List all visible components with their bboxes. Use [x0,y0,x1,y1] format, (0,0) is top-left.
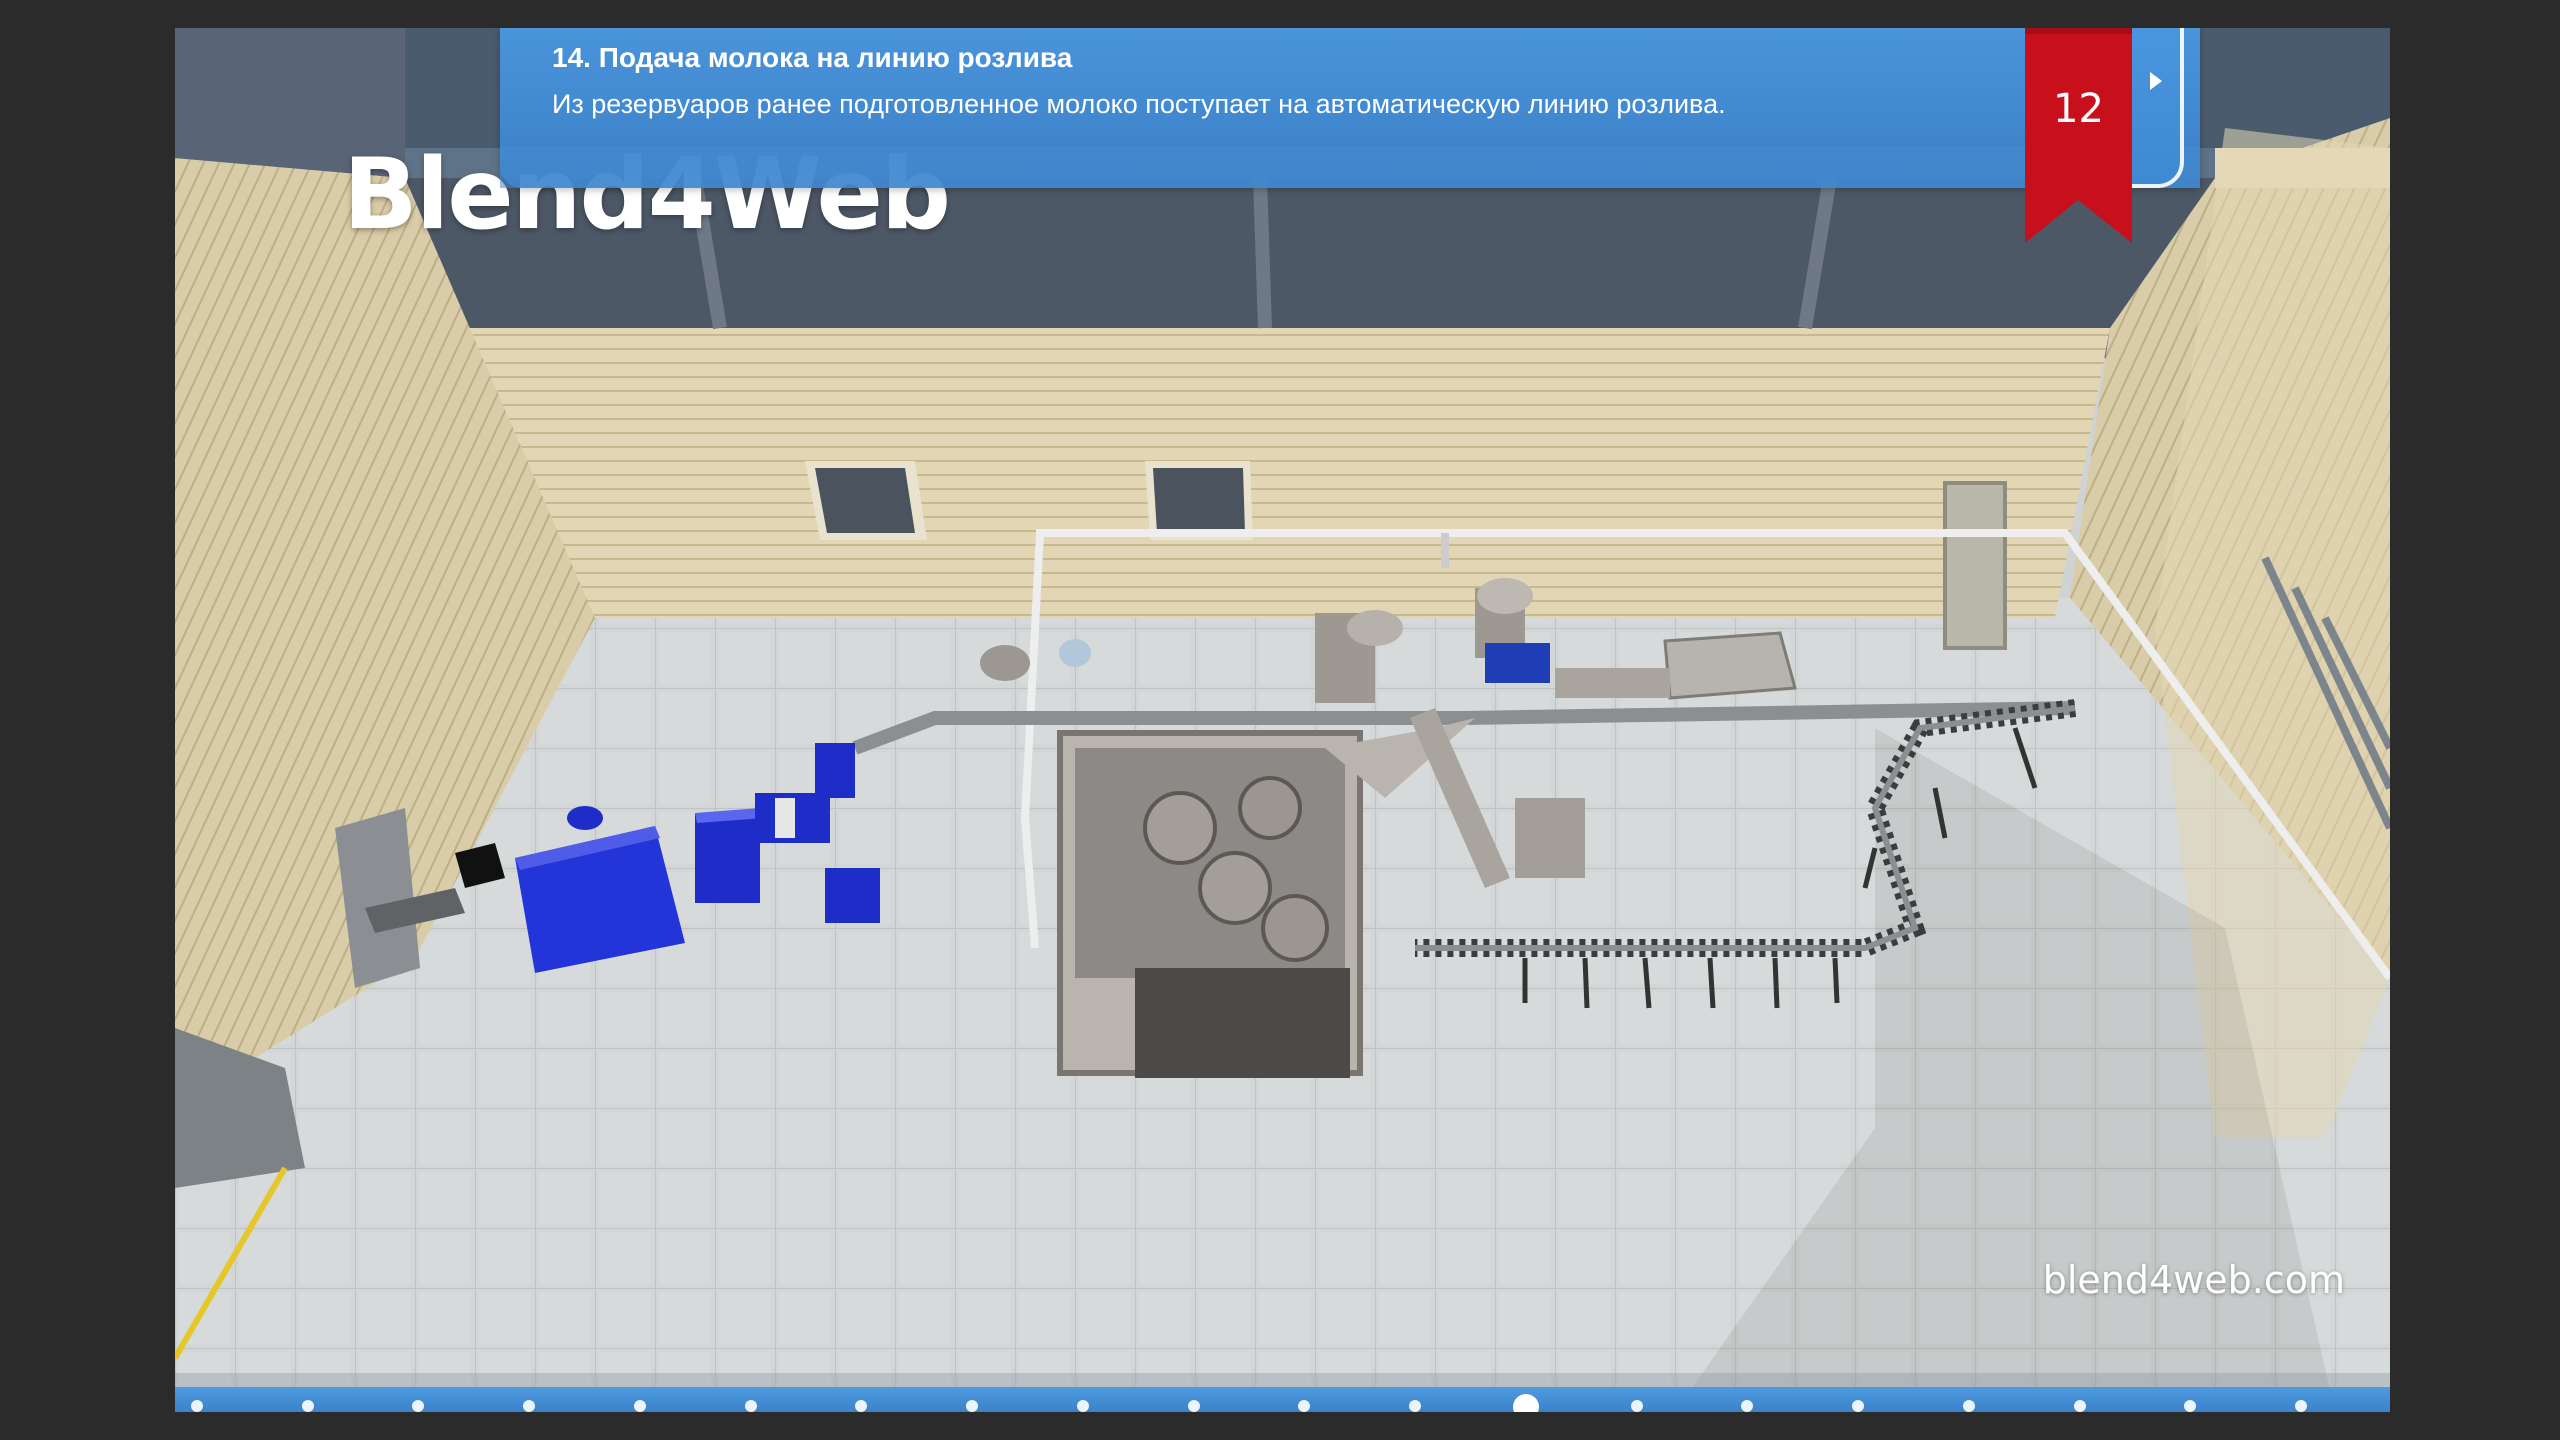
timeline-step[interactable] [744,1400,757,1412]
timeline-step[interactable] [1187,1400,1200,1412]
bookmark-ribbon-icon [2025,28,2132,243]
info-banner: 14. Подача молока на линию розлива Из ре… [500,28,2200,188]
slide-bookmark: 12 [2025,28,2132,243]
timeline-step[interactable] [191,1400,203,1412]
back-wall [465,328,2110,618]
timeline-step[interactable] [523,1400,536,1412]
back-door [1943,481,2007,650]
step-timeline[interactable] [175,1387,2390,1412]
timeline-step[interactable] [1630,1400,1643,1412]
timeline-step[interactable] [855,1400,868,1412]
timeline-step[interactable] [2295,1400,2307,1412]
next-step-button[interactable] [2132,28,2184,188]
play-arrow-icon [2150,72,2162,90]
scene-viewport[interactable]: Blend4Web blend4web.com 14. Подача молок… [175,28,2390,1412]
step-description: Из резервуаров ранее подготовленное моло… [552,89,1726,119]
info-banner-lower [500,146,2200,188]
timeline-step[interactable] [412,1400,425,1412]
timeline-step-active[interactable] [1512,1394,1539,1412]
timeline-step[interactable] [301,1400,314,1412]
step-title: 14. Подача молока на линию розлива [552,42,1073,73]
timeline-step[interactable] [2184,1400,2197,1412]
timeline-step[interactable] [1962,1400,1975,1412]
slide-number: 12 [2053,86,2104,132]
timeline-step[interactable] [1298,1400,1311,1412]
timeline-step[interactable] [1076,1400,1089,1412]
timeline-step[interactable] [633,1400,646,1412]
filled-bottles [1485,643,1550,683]
timeline-step[interactable] [1409,1400,1422,1412]
site-url[interactable]: blend4web.com [2043,1258,2345,1302]
timeline-step[interactable] [2073,1400,2086,1412]
timeline-step[interactable] [966,1400,979,1412]
timeline-step[interactable] [1852,1400,1865,1412]
timeline-step[interactable] [1741,1400,1754,1412]
